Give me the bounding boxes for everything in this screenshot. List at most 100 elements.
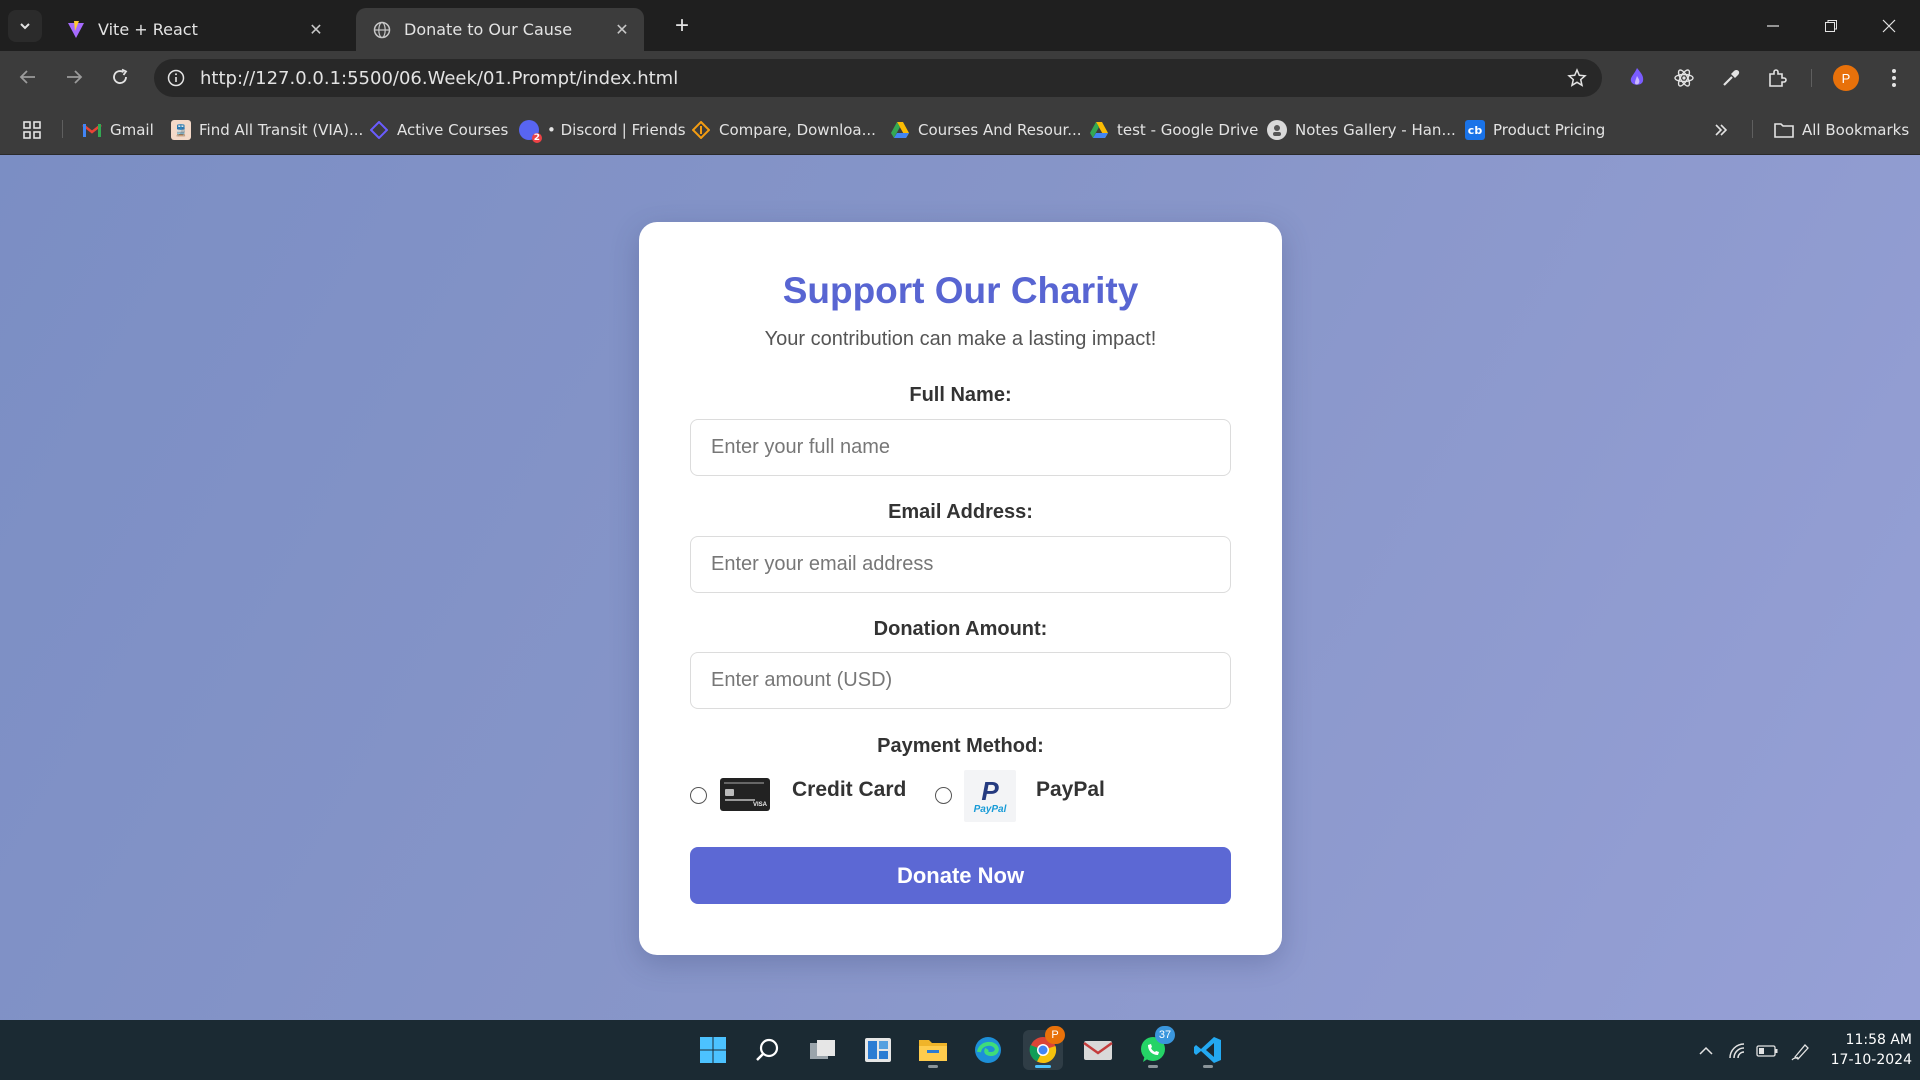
search-icon: [756, 1038, 779, 1061]
extension-flame-icon[interactable]: [1622, 63, 1652, 93]
forward-button[interactable]: [57, 60, 91, 94]
folder-icon: [1774, 120, 1794, 140]
url-text[interactable]: http://127.0.0.1:5500/06.Week/01.Prompt/…: [200, 68, 1560, 89]
page-title: Support Our Charity: [782, 270, 1139, 311]
bookmark-discord[interactable]: 2 • Discord | Friends: [519, 117, 686, 143]
paypal-label[interactable]: PayPal: [1036, 778, 1105, 802]
file-explorer-button[interactable]: [913, 1030, 953, 1070]
paypal-radio[interactable]: [935, 787, 952, 804]
clock-time: 11:58 AM: [1845, 1032, 1912, 1048]
all-bookmarks[interactable]: All Bookmarks: [1774, 117, 1909, 143]
courses-icon: [369, 120, 389, 140]
close-icon[interactable]: ✕: [612, 20, 632, 40]
discord-badge: 2: [531, 133, 542, 143]
bookmark-label: Find All Transit (VIA)...: [199, 121, 364, 139]
pen-icon[interactable]: [1790, 1040, 1812, 1062]
back-button[interactable]: [11, 60, 45, 94]
widgets-button[interactable]: [858, 1030, 898, 1070]
apps-grid-icon[interactable]: [22, 117, 42, 143]
bookmark-active-courses[interactable]: Active Courses: [369, 117, 508, 143]
new-tab-button[interactable]: +: [668, 12, 696, 40]
tab-donate[interactable]: Donate to Our Cause ✕: [356, 8, 644, 51]
system-clock[interactable]: 11:58 AM 17-10-2024: [1822, 1030, 1912, 1070]
bookmark-compare[interactable]: Compare, Downloa...: [691, 117, 876, 143]
folder-icon: [919, 1040, 947, 1061]
chevron-down-icon: [20, 23, 30, 30]
all-bookmarks-label: All Bookmarks: [1802, 121, 1910, 139]
wifi-icon[interactable]: [1727, 1040, 1749, 1062]
tab-vite-react[interactable]: Vite + React ✕: [50, 8, 338, 51]
chevron-up-icon[interactable]: [1695, 1040, 1717, 1062]
bookmark-notes-gallery[interactable]: Notes Gallery - Han...: [1267, 117, 1456, 143]
gmail-icon: [82, 120, 102, 140]
arrow-right-icon: [67, 70, 83, 84]
extensions-puzzle-icon[interactable]: [1762, 63, 1792, 93]
close-icon: [1882, 19, 1896, 33]
google-drive-icon: [1089, 120, 1109, 140]
google-drive-icon: [890, 120, 910, 140]
bookmark-label: Product Pricing: [1493, 121, 1606, 139]
cb-icon: cb: [1465, 120, 1485, 140]
menu-dots-icon[interactable]: [1879, 63, 1909, 93]
restore-button[interactable]: [1802, 6, 1860, 46]
bookmark-transit[interactable]: 🚆 Find All Transit (VIA)...: [171, 117, 363, 143]
whatsapp-button[interactable]: 37: [1133, 1026, 1175, 1070]
mail-button[interactable]: [1078, 1030, 1118, 1070]
globe-icon: [372, 20, 392, 40]
full-name-input[interactable]: [690, 419, 1231, 476]
donate-button[interactable]: Donate Now: [690, 847, 1231, 904]
whatsapp-badge: 37: [1155, 1026, 1175, 1044]
vite-icon: [66, 20, 86, 40]
credit-card-image: VISA: [720, 778, 770, 811]
running-indicator: [928, 1065, 938, 1068]
amount-input[interactable]: [690, 652, 1231, 709]
profile-avatar[interactable]: P: [1833, 65, 1859, 91]
site-info-icon[interactable]: [162, 64, 190, 92]
bookmark-test-drive[interactable]: test - Google Drive: [1089, 117, 1258, 143]
react-devtools-icon[interactable]: [1669, 63, 1699, 93]
email-input[interactable]: [690, 536, 1231, 593]
full-name-label: Full Name:: [909, 384, 1012, 406]
paypal-logo: P PayPal: [964, 770, 1016, 822]
restore-icon: [1825, 20, 1837, 32]
bookmark-label: Gmail: [110, 121, 154, 139]
close-icon[interactable]: ✕: [306, 20, 326, 40]
vscode-button[interactable]: [1188, 1030, 1228, 1070]
tab-strip: Vite + React ✕ Donate to Our Cause ✕ +: [0, 0, 1920, 51]
tab-title: Vite + React: [98, 20, 198, 39]
windows-logo-icon: [700, 1037, 726, 1063]
start-button[interactable]: [693, 1030, 733, 1070]
bookmark-star-icon[interactable]: [1560, 61, 1594, 95]
bookmark-courses-resources[interactable]: Courses And Resour...: [890, 117, 1082, 143]
close-window-button[interactable]: [1860, 6, 1918, 46]
edge-icon: [975, 1037, 1001, 1063]
bookmark-product-pricing[interactable]: cb Product Pricing: [1465, 117, 1605, 143]
credit-card-label[interactable]: Credit Card: [792, 778, 906, 802]
more-bookmarks-icon[interactable]: [1713, 117, 1729, 143]
paypal-logo-text: PayPal: [973, 803, 1007, 815]
donation-card: Support Our Charity Your contribution ca…: [639, 222, 1282, 955]
bookmark-label: Notes Gallery - Han...: [1295, 121, 1456, 139]
eyedropper-icon[interactable]: [1716, 63, 1746, 93]
amount-label: Donation Amount:: [873, 618, 1048, 640]
vscode-icon: [1194, 1037, 1221, 1063]
toolbar-divider: [1811, 69, 1812, 87]
chrome-button[interactable]: P: [1023, 1026, 1065, 1070]
credit-card-radio[interactable]: [690, 787, 707, 804]
edge-button[interactable]: [968, 1030, 1008, 1070]
discord-icon: 2: [519, 120, 542, 143]
bookmarks-bar: Gmail 🚆 Find All Transit (VIA)... Active…: [0, 103, 1920, 155]
compare-icon: [691, 120, 711, 140]
task-view-button[interactable]: [803, 1030, 843, 1070]
search-button[interactable]: [748, 1030, 788, 1070]
tab-search-button[interactable]: [8, 10, 42, 42]
battery-icon[interactable]: [1756, 1040, 1778, 1062]
bookmark-divider: [1752, 120, 1753, 138]
minimize-button[interactable]: [1744, 6, 1802, 46]
running-indicator: [1203, 1065, 1213, 1068]
bookmark-gmail[interactable]: Gmail: [82, 117, 154, 143]
bookmark-label: • Discord | Friends: [547, 121, 686, 139]
chrome-profile-badge: P: [1045, 1026, 1065, 1044]
reload-button[interactable]: [103, 60, 137, 94]
address-bar[interactable]: http://127.0.0.1:5500/06.Week/01.Prompt/…: [154, 59, 1602, 97]
